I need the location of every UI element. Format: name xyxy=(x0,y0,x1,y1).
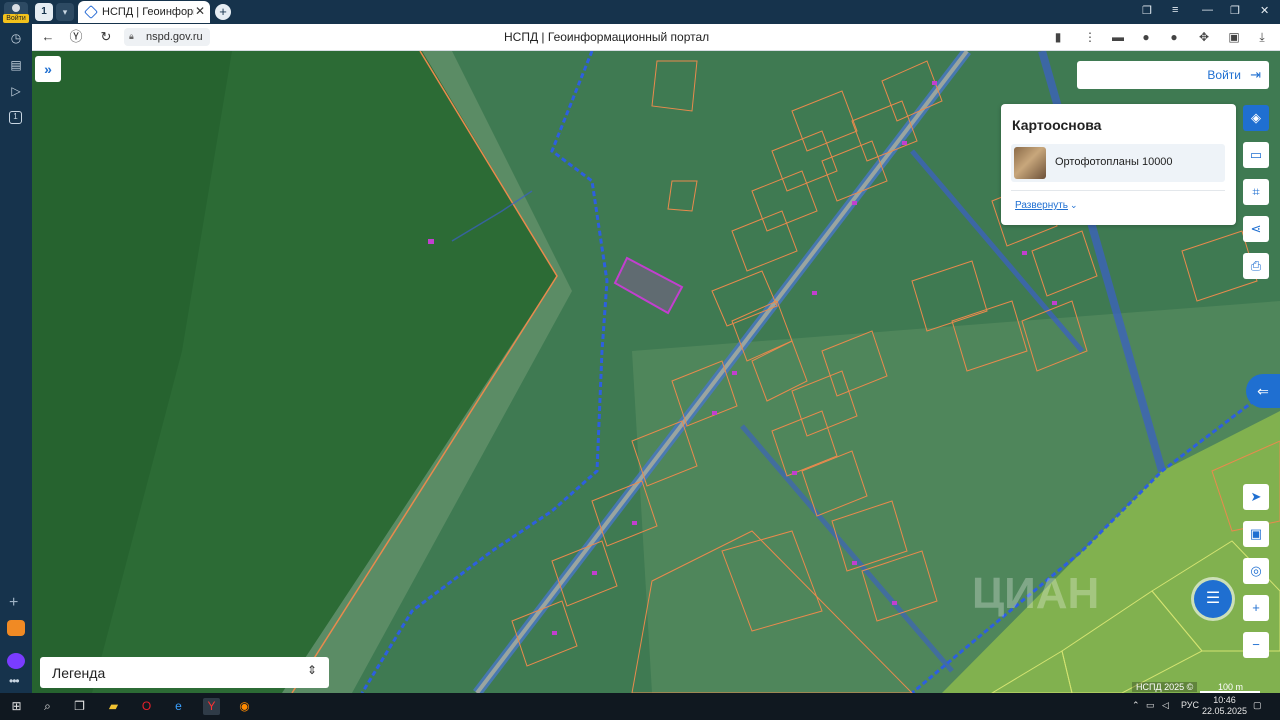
add-icon[interactable]: + xyxy=(9,594,18,612)
url-text: nspd.gov.ru xyxy=(146,31,203,43)
tab-title: НСПД | Геоинформаци xyxy=(102,6,194,18)
expand-sidebar-button[interactable]: » xyxy=(35,56,61,82)
basemap-title: Картооснова xyxy=(1012,117,1102,133)
network-icon[interactable]: ▭ xyxy=(1146,700,1155,711)
alice-assistant-icon[interactable] xyxy=(7,653,25,669)
locate-me-button[interactable]: ➤ xyxy=(1243,484,1269,510)
minimap-button[interactable]: ▣ xyxy=(1243,521,1269,547)
close-icon[interactable]: ✕ xyxy=(195,4,205,18)
side-panel-toggle-button[interactable]: ⇐ xyxy=(1246,374,1280,408)
print-tool-button[interactable]: ⎙ xyxy=(1243,253,1269,279)
minimize-icon[interactable]: — xyxy=(1202,4,1213,16)
zoom-out-button[interactable]: − xyxy=(1243,632,1269,658)
extension-icon[interactable]: ● xyxy=(1166,29,1182,45)
puzzle-icon[interactable]: ✥ xyxy=(1196,29,1212,45)
tray-expand-icon[interactable]: ⌃ xyxy=(1132,700,1140,711)
search-location-button[interactable]: ◎ xyxy=(1243,558,1269,584)
history-icon[interactable]: ◷ xyxy=(8,30,24,46)
yandex-icon[interactable]: Ⓨ xyxy=(68,29,84,45)
task-view-icon[interactable]: ❐ xyxy=(71,698,88,715)
play-icon[interactable]: ▷ xyxy=(8,83,24,99)
basemap-layer-name: Ортофотопланы 10000 xyxy=(1055,156,1173,168)
lock-icon: 🔒︎ xyxy=(129,31,134,41)
map-copyright: НСПД 2025 © xyxy=(1132,682,1198,692)
chevron-updown-icon: ⇕ xyxy=(306,663,317,677)
new-tab-button[interactable]: + xyxy=(215,4,231,20)
profile-login-label: Войти xyxy=(3,14,29,23)
user-icon xyxy=(12,4,20,12)
volume-icon[interactable]: ◁ xyxy=(1162,700,1169,711)
firefox-icon[interactable]: ◉ xyxy=(236,698,253,715)
window-close-icon[interactable]: ✕ xyxy=(1260,4,1269,17)
windows-start-icon[interactable]: ⊞ xyxy=(8,698,25,715)
clock-time: 10:46 xyxy=(1213,695,1236,705)
address-bar: ← Ⓨ ↻ 🔒︎ nspd.gov.ru НСПД | Геоинформаци… xyxy=(32,24,1280,51)
tab-count-icon[interactable]: 1 xyxy=(9,111,22,124)
language-indicator[interactable]: РУС xyxy=(1181,700,1199,710)
bookmark-icon[interactable]: ▮ xyxy=(1050,29,1066,45)
file-explorer-icon[interactable]: ▰ xyxy=(105,698,122,715)
clock[interactable]: 10:46 22.05.2025 xyxy=(1202,695,1247,717)
layers-tool-button[interactable]: ◈ xyxy=(1243,105,1269,131)
chat-button[interactable]: ☰ xyxy=(1194,580,1232,618)
tab-strip: 1 ▾ НСПД | Геоинформаци ✕ + ❐ ≡ — ❐ ✕ xyxy=(32,0,1280,24)
basemap-layer-item[interactable]: Ортофотопланы 10000 xyxy=(1011,144,1225,182)
clock-date: 22.05.2025 xyxy=(1202,706,1248,716)
back-icon[interactable]: ← xyxy=(40,29,56,45)
basemap-panel: Картооснова Ортофотопланы 10000 Разверну… xyxy=(1001,104,1236,225)
yandex-browser-icon[interactable]: Y xyxy=(203,698,220,715)
login-label: Войти xyxy=(1207,68,1241,82)
divider xyxy=(1011,190,1225,191)
legend-label: Легенда xyxy=(52,665,106,681)
restore-icon[interactable]: ❐ xyxy=(1230,4,1240,17)
tab-nspd[interactable]: НСПД | Геоинформаци ✕ xyxy=(78,1,210,23)
search-icon[interactable]: ⌕ xyxy=(39,698,56,715)
extension-icon[interactable]: ● xyxy=(1138,29,1154,45)
ruler-tool-button[interactable]: ▭ xyxy=(1243,142,1269,168)
watermark-logo: ЦИАН xyxy=(972,569,1100,618)
taskbar: ⊞ ⌕ ❐ ▰ O e Y ◉ ⌃ ▭ ◁ РУС 10:46 22.05.20… xyxy=(0,693,1280,720)
reading-list-icon[interactable]: ▣ xyxy=(1226,29,1242,45)
extension-icon[interactable]: ▬ xyxy=(1110,29,1126,45)
more-icon[interactable]: ••• xyxy=(9,674,20,688)
login-icon: ⇥ xyxy=(1250,67,1261,82)
tab-count-button[interactable]: 1 xyxy=(35,3,53,21)
page-title: НСПД | Геоинформационный портал xyxy=(504,30,710,44)
site-favicon-icon xyxy=(83,4,99,20)
reload-icon[interactable]: ↻ xyxy=(98,29,114,45)
expand-link[interactable]: Развернуть xyxy=(1015,200,1068,211)
map-canvas[interactable]: » Войти ⇥ Картооснова Ортофотопланы 1000… xyxy=(32,51,1280,693)
notifications-icon[interactable]: ▢ xyxy=(1253,700,1262,711)
zoom-in-button[interactable]: + xyxy=(1243,595,1269,621)
login-button[interactable]: Войти ⇥ xyxy=(1077,61,1269,89)
legend-dropdown[interactable]: Легенда ⇕ xyxy=(40,657,329,688)
download-icon[interactable]: ⤓ xyxy=(1254,29,1270,45)
app-shortcut-icon[interactable] xyxy=(7,620,25,636)
url-field[interactable]: 🔒︎ nspd.gov.ru xyxy=(124,28,210,46)
share-tool-button[interactable]: ⋖ xyxy=(1243,216,1269,242)
orthophoto-thumbnail xyxy=(1014,147,1046,179)
profile-avatar[interactable]: Войти xyxy=(3,2,29,23)
more-vertical-icon[interactable]: ⋮ xyxy=(1082,29,1098,45)
chevron-down-icon[interactable]: ▾ xyxy=(56,3,74,21)
collections-icon[interactable]: ▤ xyxy=(8,57,24,73)
bookmarks-icon[interactable]: ❐ xyxy=(1142,4,1152,17)
chevron-down-icon[interactable]: ⌄ xyxy=(1070,200,1078,211)
menu-icon[interactable]: ≡ xyxy=(1172,4,1178,16)
browser-sidebar: Войти ◷ ▤ ▷ 1 + ••• xyxy=(0,0,32,693)
opera-icon[interactable]: O xyxy=(138,698,155,715)
edge-icon[interactable]: e xyxy=(170,698,187,715)
area-select-tool-button[interactable]: ⌗ xyxy=(1243,179,1269,205)
